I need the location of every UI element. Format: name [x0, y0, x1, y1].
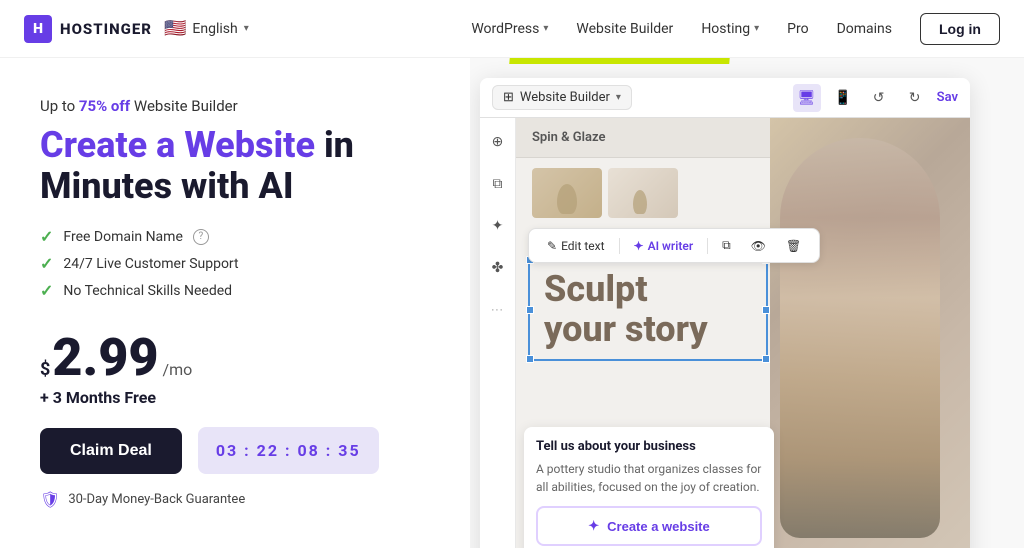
builder-tab-icon: ⊞	[503, 90, 514, 105]
price-dollar: $	[40, 359, 50, 380]
elements-tool[interactable]: ✤	[486, 256, 510, 280]
guarantee-text: 🛡 30-Day Money-Back Guarantee	[40, 490, 430, 509]
add-tool[interactable]: ⊕	[486, 130, 510, 154]
main-nav: WordPress ▾ Website Builder Hosting ▾ Pr…	[471, 13, 1000, 45]
person-figure	[780, 138, 940, 538]
hero-title-purple: Create a Website	[40, 124, 315, 166]
shield-icon: 🛡	[40, 490, 60, 509]
edit-text-icon: ✎	[547, 239, 557, 253]
info-card-text: A pottery studio that organizes classes …	[536, 460, 762, 496]
layers-tool[interactable]: ⧉	[486, 172, 510, 196]
help-icon-domain[interactable]: ?	[193, 229, 209, 245]
cta-row: Claim Deal 03 : 22 : 08 : 35	[40, 427, 430, 474]
guarantee-label: 30-Day Money-Back Guarantee	[68, 492, 245, 507]
ai-writer-button[interactable]: ✦ AI writer	[626, 236, 702, 256]
sculpt-text: Sculpt your story	[544, 270, 752, 349]
redo-button[interactable]: ↻	[901, 84, 929, 112]
desktop-view-button[interactable]: 🖥	[793, 84, 821, 112]
handle-right-mid[interactable]	[762, 306, 770, 314]
language-selector[interactable]: 🇺🇸 English ▾	[164, 18, 249, 39]
feature-item-skills: ✓ No Technical Skills Needed	[40, 281, 430, 300]
left-panel: Up to 75% off Website Builder Create a W…	[0, 58, 470, 548]
thumbnail-1	[532, 168, 602, 218]
feature-skills-text: No Technical Skills Needed	[63, 283, 232, 299]
hero-title: Create a Website inMinutes with AI	[40, 125, 430, 208]
promo-text: Up to 75% off Website Builder	[40, 97, 430, 115]
handle-right-bot[interactable]	[762, 355, 770, 363]
feature-item-support: ✓ 24/7 Live Customer Support	[40, 254, 430, 273]
handle-left-bot[interactable]	[526, 355, 534, 363]
feature-domain-text: Free Domain Name	[63, 229, 182, 245]
logo[interactable]: H HOSTINGER	[24, 15, 152, 43]
sculpt-text-block[interactable]: Sculpt your story	[528, 258, 768, 361]
price-row: $ 2.99 /mo	[40, 332, 430, 384]
language-label: English	[192, 21, 237, 37]
nav-item-website-builder[interactable]: Website Builder	[576, 21, 673, 37]
visibility-button[interactable]: 👁	[743, 236, 774, 256]
create-website-button[interactable]: ✦ Create a website	[536, 506, 762, 546]
toolbar-separator-2	[707, 238, 708, 254]
canvas-brand-name: Spin & Glaze	[532, 130, 605, 145]
vase-shape-1	[557, 184, 577, 214]
nav-item-domains[interactable]: Domains	[837, 21, 892, 37]
handle-left-mid[interactable]	[526, 306, 534, 314]
copy-button[interactable]: ⧉	[714, 235, 739, 256]
price-amount: 2.99	[52, 332, 158, 384]
builder-toolbar: ⊞ Website Builder ▾ 🖥 📱 ↺ ↻ Sav	[480, 78, 970, 118]
builder-tab-label: Website Builder	[520, 90, 610, 105]
header: H HOSTINGER 🇺🇸 English ▾ WordPress ▾ Web…	[0, 0, 1024, 58]
countdown-timer: 03 : 22 : 08 : 35	[198, 427, 379, 474]
vase-shape-2	[633, 190, 647, 214]
builder-tab-chevron-icon: ▾	[616, 92, 621, 103]
mobile-view-button[interactable]: 📱	[829, 84, 857, 112]
undo-button[interactable]: ↺	[865, 84, 893, 112]
more-tools[interactable]: ···	[486, 298, 510, 322]
builder-window: ⊞ Website Builder ▾ 🖥 📱 ↺ ↻ Sav ⊕ ⧉ ✦	[480, 78, 970, 548]
delete-button[interactable]: 🗑	[778, 236, 809, 256]
price-period: /mo	[163, 360, 193, 379]
edit-toolbar: ✎ Edit text ✦ AI writer ⧉ 👁 🗑	[528, 228, 820, 263]
main-content: Up to 75% off Website Builder Create a W…	[0, 58, 1024, 548]
nav-item-wordpress[interactable]: WordPress ▾	[471, 21, 548, 37]
nav-item-hosting[interactable]: Hosting ▾	[701, 21, 759, 37]
check-icon-3: ✓	[40, 281, 53, 300]
flag-icon: 🇺🇸	[164, 18, 186, 39]
builder-canvas: Spin & Glaze ✎	[516, 118, 970, 548]
wordpress-chevron-icon: ▾	[543, 23, 548, 34]
feature-support-text: 24/7 Live Customer Support	[63, 256, 238, 272]
edit-text-button[interactable]: ✎ Edit text	[539, 236, 613, 256]
builder-sidebar: ⊕ ⧉ ✦ ✤ ··· ⚙	[480, 118, 516, 548]
builder-actions: 🖥 📱 ↺ ↻ Sav	[793, 84, 958, 112]
builder-tab[interactable]: ⊞ Website Builder ▾	[492, 85, 632, 110]
promo-percent: 75% off	[79, 97, 130, 115]
thumbnail-2	[608, 168, 678, 218]
create-website-star-icon: ✦	[588, 518, 599, 534]
ai-tool[interactable]: ✦	[486, 214, 510, 238]
info-card-title: Tell us about your business	[536, 439, 762, 454]
builder-body: ⊕ ⧉ ✦ ✤ ··· ⚙ Spin & Glaze	[480, 118, 970, 548]
nav-item-pro[interactable]: Pro	[787, 21, 808, 37]
right-panel: ⊞ Website Builder ▾ 🖥 📱 ↺ ↻ Sav ⊕ ⧉ ✦	[470, 58, 1024, 548]
features-list: ✓ Free Domain Name ? ✓ 24/7 Live Custome…	[40, 227, 430, 308]
info-card: Tell us about your business A pottery st…	[524, 427, 774, 548]
price-section: $ 2.99 /mo + 3 Months Free	[40, 332, 430, 407]
logo-text: HOSTINGER	[60, 20, 152, 38]
lang-chevron-icon: ▾	[244, 23, 249, 34]
hosting-chevron-icon: ▾	[754, 23, 759, 34]
accent-bar	[509, 58, 731, 64]
toolbar-separator	[619, 238, 620, 254]
woman-photo	[770, 118, 970, 548]
logo-icon: H	[24, 15, 52, 43]
feature-item-domain: ✓ Free Domain Name ?	[40, 227, 430, 246]
claim-deal-button[interactable]: Claim Deal	[40, 428, 182, 474]
ai-star-icon: ✦	[634, 239, 644, 253]
login-button[interactable]: Log in	[920, 13, 1000, 45]
save-button[interactable]: Sav	[937, 90, 958, 105]
price-bonus: + 3 Months Free	[40, 388, 430, 407]
check-icon-1: ✓	[40, 227, 53, 246]
check-icon-2: ✓	[40, 254, 53, 273]
header-left: H HOSTINGER 🇺🇸 English ▾	[24, 15, 249, 43]
